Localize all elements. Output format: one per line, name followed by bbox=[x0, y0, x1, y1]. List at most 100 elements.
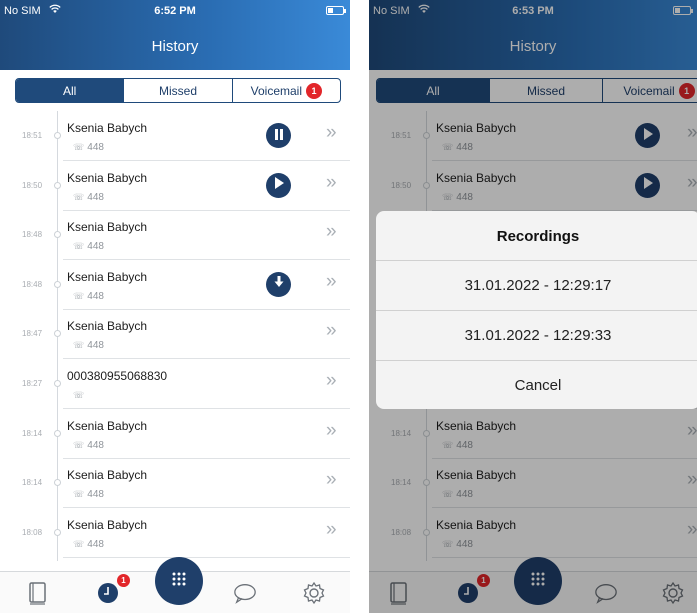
call-time: 18:50 bbox=[22, 180, 43, 190]
history-count-badge: 1 bbox=[117, 574, 130, 587]
extension-number: 448 bbox=[87, 142, 104, 153]
extension-number: 448 bbox=[87, 538, 104, 550]
timeline-dot bbox=[54, 330, 61, 338]
navigation-bar: No SIM 6:52 PM History bbox=[0, 0, 350, 70]
extension-number: 448 bbox=[87, 241, 104, 253]
play-icon bbox=[274, 176, 284, 194]
call-history-row[interactable]: 18:48 Ksenia Babych ☏448 » bbox=[0, 260, 350, 310]
chevron-right-icon[interactable]: » bbox=[326, 469, 348, 491]
incoming-call-icon: ☏ bbox=[73, 340, 85, 351]
incoming-call-icon: ☏ bbox=[73, 241, 85, 252]
recordings-action-sheet: Recordings 31.01.2022 - 12:29:17 31.01.2… bbox=[376, 211, 697, 409]
caller-name: Ksenia Babych bbox=[67, 418, 148, 433]
chevron-right-icon[interactable]: » bbox=[326, 172, 348, 194]
chevron-right-icon[interactable]: » bbox=[326, 370, 348, 392]
page-title: History bbox=[151, 38, 199, 55]
caller-extension: ☏ bbox=[73, 390, 87, 401]
chevron-right-icon[interactable]: » bbox=[326, 221, 348, 243]
extension-number: 448 bbox=[87, 489, 104, 501]
incoming-call-icon: ☏ bbox=[73, 290, 85, 301]
chevron-right-icon[interactable]: » bbox=[326, 122, 348, 144]
call-time: 18:48 bbox=[22, 230, 43, 240]
sheet-title: Recordings bbox=[376, 211, 697, 261]
tab-all-label: All bbox=[62, 83, 77, 98]
call-time: 18:14 bbox=[22, 428, 43, 438]
timeline-dot bbox=[54, 181, 61, 189]
incoming-call-icon: ☏ bbox=[73, 142, 85, 152]
caller-extension: ☏448 bbox=[73, 241, 104, 252]
incoming-call-icon: ☏ bbox=[73, 538, 85, 549]
caller-name: Ksenia Babych bbox=[67, 517, 148, 532]
caller-extension: ☏448 bbox=[73, 192, 104, 203]
recording-option[interactable]: 31.01.2022 - 12:29:17 bbox=[376, 261, 697, 311]
call-history-list: 18:51 Ksenia Babych ☏ 448» 18:50 Ksenia Babyc… bbox=[0, 111, 350, 561]
tab-all[interactable]: All bbox=[16, 79, 124, 102]
chevron-right-icon[interactable]: » bbox=[326, 519, 348, 541]
battery-icon bbox=[326, 6, 346, 15]
recording-option[interactable]: 31.01.2022 - 12:29:33 bbox=[376, 311, 697, 361]
call-history-row[interactable]: 18:14 Ksenia Babych ☏ 448 » bbox=[0, 409, 350, 459]
tab-voicemail[interactable]: Voicemail 1 bbox=[231, 79, 340, 102]
history-screen-right: No SIM 6:53 PM History All Missed Voicem… bbox=[369, 0, 697, 613]
extension-number: 448 bbox=[87, 191, 104, 203]
timeline-dot bbox=[54, 528, 61, 536]
caller-name: Ksenia Babych bbox=[67, 269, 148, 284]
tab-voicemail-label: Voicemail bbox=[250, 83, 302, 98]
history-screen-left: No SIM 6:52 PM History All Missed Voicem… bbox=[0, 0, 350, 613]
timeline-dot bbox=[54, 132, 61, 139]
call-history-row[interactable]: 18:50 Ksenia Babych ☏ 448 » bbox=[0, 161, 350, 211]
caller-extension: ☏448 bbox=[73, 142, 104, 153]
call-time: 18:51 bbox=[22, 131, 43, 140]
call-time: 18:14 bbox=[22, 478, 43, 488]
download-icon bbox=[274, 275, 284, 293]
contacts-book-icon[interactable] bbox=[26, 581, 50, 605]
chat-bubble-icon[interactable] bbox=[233, 581, 257, 605]
dialpad-button[interactable] bbox=[155, 557, 203, 605]
extension-number: 448 bbox=[87, 340, 104, 352]
settings-gear-icon[interactable] bbox=[302, 581, 326, 605]
caller-name: 000380955068830 bbox=[67, 369, 168, 383]
call-time: 18:27 bbox=[22, 379, 43, 388]
call-history-row[interactable]: 18:14 Ksenia Babych ☏ 448 » bbox=[0, 458, 350, 509]
tab-missed[interactable]: Missed bbox=[123, 79, 231, 102]
chevron-right-icon[interactable]: » bbox=[326, 271, 348, 293]
caller-extension: ☏448 bbox=[73, 440, 104, 451]
incoming-call-icon: ☏ bbox=[73, 191, 85, 202]
download-recording-button[interactable] bbox=[266, 271, 291, 297]
voicemail-count-badge: 1 bbox=[306, 82, 322, 99]
call-history-row[interactable]: 18:47 Ksenia Babych ☏448 » bbox=[0, 309, 350, 360]
chevron-right-icon[interactable]: » bbox=[326, 320, 348, 342]
incoming-call-icon: ☏ bbox=[73, 489, 85, 500]
play-recording-button[interactable] bbox=[266, 172, 291, 198]
caller-name: Ksenia Babych bbox=[67, 220, 148, 235]
timeline-dot bbox=[54, 231, 61, 239]
status-bar: No SIM 6:52 PM bbox=[0, 0, 350, 22]
extension-number: 448 bbox=[87, 439, 104, 451]
caller-name: Ksenia Babych bbox=[67, 319, 148, 334]
caller-name: Ksenia Babych bbox=[67, 121, 148, 135]
call-time: 18:08 bbox=[22, 527, 43, 537]
dialpad-icon bbox=[171, 571, 187, 592]
call-history-row[interactable]: 18:08 Ksenia Babych ☏ 448 » bbox=[0, 508, 350, 558]
caller-extension: ☏448 bbox=[73, 291, 104, 302]
tab-missed-label: Missed bbox=[158, 83, 197, 98]
caller-extension: ☏448 bbox=[73, 539, 104, 550]
chevron-right-icon[interactable]: » bbox=[326, 420, 348, 442]
caller-extension: ☏448 bbox=[73, 340, 104, 351]
pause-recording-button[interactable] bbox=[266, 123, 291, 148]
timeline-dot bbox=[54, 380, 61, 387]
extension-number: 448 bbox=[87, 290, 104, 302]
timeline-dot bbox=[54, 429, 61, 437]
history-clock-icon[interactable] bbox=[96, 581, 120, 605]
status-time: 6:52 PM bbox=[154, 5, 196, 17]
call-history-row[interactable]: 18:48 Ksenia Babych ☏448 » bbox=[0, 210, 350, 261]
call-history-row[interactable]: 18:51 Ksenia Babych ☏ 448 » bbox=[0, 111, 350, 161]
call-time: 18:48 bbox=[22, 279, 43, 289]
call-history-row[interactable]: 18:27 000380955068830 ☏ » bbox=[0, 359, 350, 409]
call-time: 18:47 bbox=[22, 329, 43, 339]
timeline-dot bbox=[54, 479, 61, 487]
caller-extension: ☏448 bbox=[73, 489, 104, 500]
cancel-button[interactable]: Cancel bbox=[376, 361, 697, 409]
history-filter-segments: All Missed Voicemail 1 bbox=[15, 78, 341, 103]
caller-name: Ksenia Babych bbox=[67, 468, 148, 483]
